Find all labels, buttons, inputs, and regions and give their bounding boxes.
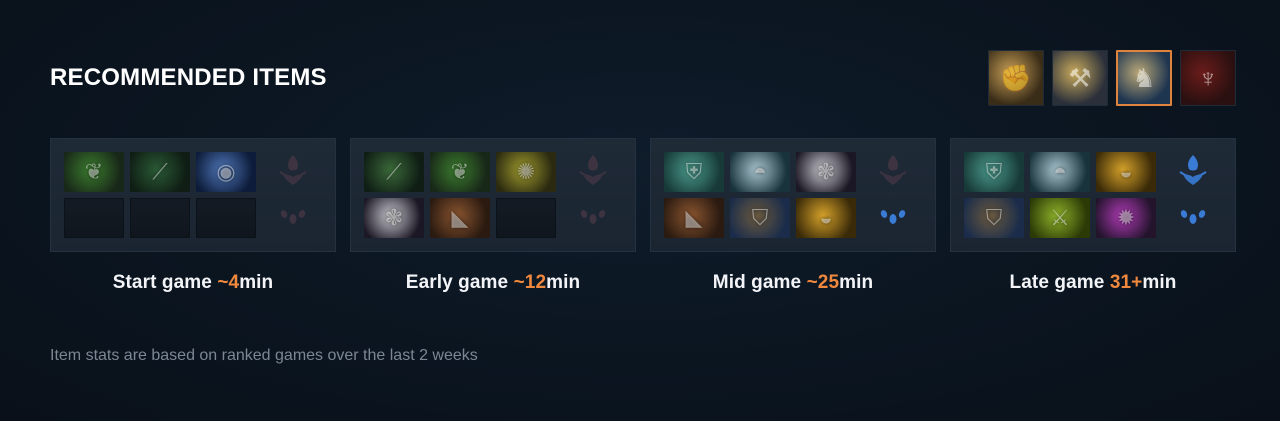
neutral-slot-icon[interactable] bbox=[275, 153, 311, 189]
neutral-token-svg bbox=[880, 210, 906, 224]
item-panel: ⛨ ◓ ◒ ⛉ ⚔ ✹ bbox=[950, 138, 1236, 252]
boots-icon[interactable]: ◣ bbox=[664, 198, 724, 238]
blue-armor-icon[interactable]: ⛉ bbox=[730, 198, 790, 238]
feather-crown-icon-glyph: ❃ bbox=[384, 205, 404, 230]
green-wand-icon[interactable]: ⟋ bbox=[130, 152, 190, 192]
neutral-token-icon[interactable] bbox=[575, 199, 611, 235]
fist-icon: ✊ bbox=[999, 62, 1033, 93]
empty-item-slot[interactable] bbox=[64, 198, 124, 238]
blue-orb-icon[interactable]: ◉ bbox=[196, 152, 256, 192]
phase-unit: min bbox=[1142, 272, 1177, 293]
phase-caption: Late game 31+min bbox=[950, 272, 1236, 294]
green-staff-icon-glyph: ⟋ bbox=[386, 159, 402, 184]
phase-mid-game: ⛨ ◓ ❃ ◣ ⛉ ◒ Mid game ~25min bbox=[650, 138, 936, 294]
blue-armor-icon-glyph: ⛉ bbox=[751, 205, 769, 230]
section-title: RECOMMENDED ITEMS bbox=[50, 64, 327, 91]
green-blade-icon-glyph: ⚔ bbox=[1050, 205, 1070, 230]
phase-label: Mid game bbox=[712, 272, 807, 293]
blue-armor-icon-glyph: ⛉ bbox=[985, 205, 1003, 230]
boots-icon-glyph: ◣ bbox=[685, 205, 703, 230]
gold-helm-icon[interactable]: ◒ bbox=[796, 198, 856, 238]
phase-start-game: ❦ ⟋ ◉ Start game ~4min bbox=[50, 138, 336, 294]
neutral-slot-svg bbox=[879, 155, 907, 185]
neutral-slot-svg bbox=[279, 155, 307, 185]
phase-label: Early game bbox=[405, 272, 514, 293]
neutral-slot-svg bbox=[1179, 155, 1207, 185]
hero-tabs: ✊ ⚒ ♞ ♆ bbox=[988, 50, 1236, 106]
phase-time: ~4 bbox=[217, 272, 240, 293]
phase-late-game: ⛨ ◓ ◒ ⛉ ⚔ ✹ Late game 31+min bbox=[950, 138, 1236, 294]
green-mask-icon[interactable]: ❦ bbox=[430, 152, 490, 192]
phase-caption: Mid game ~25min bbox=[650, 272, 936, 294]
green-blade-icon[interactable]: ⚔ bbox=[1030, 198, 1090, 238]
item-slots: ⟋ ❦ ✺ ❃ ◣ bbox=[364, 152, 556, 238]
yellow-rune-icon[interactable]: ✺ bbox=[496, 152, 556, 192]
neutral-slot-icon[interactable] bbox=[1175, 153, 1211, 189]
boots-icon-glyph: ◣ bbox=[451, 205, 469, 230]
blue-orb-icon-glyph: ◉ bbox=[216, 159, 236, 184]
teal-armor-icon[interactable]: ⛨ bbox=[964, 152, 1024, 192]
green-staff-icon[interactable]: ⟋ bbox=[364, 152, 424, 192]
teal-armor-icon[interactable]: ⛨ bbox=[664, 152, 724, 192]
phase-unit: min bbox=[839, 272, 874, 293]
phase-label: Late game bbox=[1009, 272, 1110, 293]
axe-icon: ⚒ bbox=[1068, 62, 1092, 93]
phase-unit: min bbox=[239, 272, 274, 293]
neutral-slot-icon[interactable] bbox=[875, 153, 911, 189]
neutral-slot-icon[interactable] bbox=[575, 153, 611, 189]
hero-tab-3[interactable]: ♞ bbox=[1116, 50, 1172, 106]
phase-label: Start game bbox=[112, 272, 218, 293]
item-slots: ❦ ⟋ ◉ bbox=[64, 152, 256, 238]
item-panel: ⟋ ❦ ✺ ❃ ◣ bbox=[350, 138, 636, 252]
boots-icon[interactable]: ◣ bbox=[430, 198, 490, 238]
item-slots: ⛨ ◓ ❃ ◣ ⛉ ◒ bbox=[664, 152, 856, 238]
neutral-token-icon[interactable] bbox=[275, 199, 311, 235]
phase-unit: min bbox=[546, 272, 581, 293]
green-mask-icon[interactable]: ❦ bbox=[64, 152, 124, 192]
hero-tab-1[interactable]: ✊ bbox=[988, 50, 1044, 106]
neutral-slot-svg bbox=[579, 155, 607, 185]
neutral-token-icon[interactable] bbox=[875, 199, 911, 235]
item-panel: ⛨ ◓ ❃ ◣ ⛉ ◒ bbox=[650, 138, 936, 252]
phase-time: ~25 bbox=[806, 272, 840, 293]
footnote: Item stats are based on ranked games ove… bbox=[50, 347, 478, 364]
feather-crown-icon-glyph: ❃ bbox=[816, 159, 836, 184]
silver-helm-icon-glyph: ◓ bbox=[753, 159, 767, 184]
neutral-token-svg bbox=[580, 210, 606, 224]
gold-helm-icon-glyph: ◒ bbox=[819, 205, 833, 230]
blue-armor-icon[interactable]: ⛉ bbox=[964, 198, 1024, 238]
green-mask-icon-glyph: ❦ bbox=[450, 159, 470, 184]
item-panel: ❦ ⟋ ◉ bbox=[50, 138, 336, 252]
item-slots: ⛨ ◓ ◒ ⛉ ⚔ ✹ bbox=[964, 152, 1156, 238]
teal-armor-icon-glyph: ⛨ bbox=[985, 159, 1003, 184]
feather-crown-icon[interactable]: ❃ bbox=[796, 152, 856, 192]
phase-caption: Start game ~4min bbox=[50, 272, 336, 294]
empty-item-slot[interactable] bbox=[130, 198, 190, 238]
feather-crown-icon[interactable]: ❃ bbox=[364, 198, 424, 238]
hero-portrait-icon: ♞ bbox=[1132, 62, 1156, 93]
hero-tab-4[interactable]: ♆ bbox=[1180, 50, 1236, 106]
green-mask-icon-glyph: ❦ bbox=[84, 159, 104, 184]
gold-helm-icon-glyph: ◒ bbox=[1119, 159, 1133, 184]
yellow-rune-icon-glyph: ✺ bbox=[516, 159, 536, 184]
phase-time: 31+ bbox=[1109, 272, 1143, 293]
purple-orb-icon[interactable]: ✹ bbox=[1096, 198, 1156, 238]
phase-time: ~12 bbox=[513, 272, 547, 293]
empty-item-slot[interactable] bbox=[496, 198, 556, 238]
red-demon-icon: ♆ bbox=[1198, 62, 1218, 93]
neutral-token-svg bbox=[280, 210, 306, 224]
silver-helm-icon[interactable]: ◓ bbox=[1030, 152, 1090, 192]
teal-armor-icon-glyph: ⛨ bbox=[685, 159, 703, 184]
silver-helm-icon[interactable]: ◓ bbox=[730, 152, 790, 192]
purple-orb-icon-glyph: ✹ bbox=[1116, 205, 1136, 230]
silver-helm-icon-glyph: ◓ bbox=[1053, 159, 1067, 184]
neutral-token-icon[interactable] bbox=[1175, 199, 1211, 235]
empty-item-slot[interactable] bbox=[196, 198, 256, 238]
neutral-token-svg bbox=[1180, 210, 1206, 224]
phase-early-game: ⟋ ❦ ✺ ❃ ◣ Early game ~12min bbox=[350, 138, 636, 294]
phase-caption: Early game ~12min bbox=[350, 272, 636, 294]
gold-helm-icon[interactable]: ◒ bbox=[1096, 152, 1156, 192]
green-wand-icon-glyph: ⟋ bbox=[152, 159, 168, 184]
hero-tab-2[interactable]: ⚒ bbox=[1052, 50, 1108, 106]
